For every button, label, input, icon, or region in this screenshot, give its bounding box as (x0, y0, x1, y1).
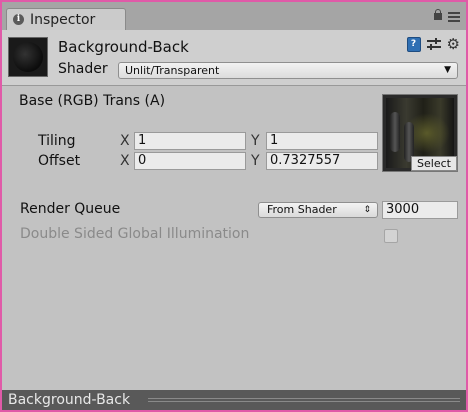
material-header: Background-Back Shader Unlit/Transparent… (2, 30, 466, 86)
material-name: Background-Back (58, 38, 189, 56)
gear-icon[interactable]: ⚙ (447, 37, 460, 52)
offset-y-label: Y (251, 153, 260, 169)
texture-select-button[interactable]: Select (411, 156, 457, 171)
resize-grip[interactable] (148, 398, 460, 402)
info-icon: i (13, 14, 24, 25)
render-queue-mode-dropdown[interactable]: From Shader ⇕ (258, 202, 378, 218)
base-texture-label: Base (RGB) Trans (A) (19, 93, 166, 109)
offset-y-field[interactable]: 0.7327557 (266, 152, 378, 170)
menu-icon[interactable] (448, 12, 460, 22)
stepper-arrow-icon: ⇕ (363, 205, 371, 215)
preview-bar[interactable]: Background-Back (2, 390, 466, 410)
preview-bar-title: Background-Back (8, 392, 131, 408)
inspector-window: i Inspector Background-Back Shader Unlit… (2, 2, 466, 410)
header-icons: ? ⚙ (406, 37, 460, 52)
dropdown-arrow-icon: ▼ (444, 65, 451, 75)
double-sided-gi-checkbox[interactable] (384, 229, 398, 243)
tab-label: Inspector (30, 11, 96, 28)
tiling-x-label: X (120, 133, 130, 149)
render-queue-label: Render Queue (20, 201, 121, 217)
tiling-y-label: Y (251, 133, 260, 149)
texture-slot[interactable]: Select (382, 94, 458, 172)
material-sphere-icon (13, 42, 43, 72)
tiling-label: Tiling (38, 133, 76, 149)
help-book-icon[interactable]: ? (406, 37, 421, 52)
double-sided-gi-label: Double Sided Global Illumination (20, 226, 250, 242)
tiling-y-field[interactable]: 1 (266, 132, 378, 150)
lock-icon[interactable] (434, 8, 442, 21)
offset-x-field[interactable]: 0 (134, 152, 246, 170)
tab-bar: i Inspector (2, 2, 466, 30)
tab-inspector[interactable]: i Inspector (6, 8, 126, 30)
offset-label: Offset (38, 153, 81, 169)
tiling-x-field[interactable]: 1 (134, 132, 246, 150)
render-queue-value-field[interactable]: 3000 (382, 201, 458, 219)
sliders-icon[interactable] (426, 38, 441, 51)
shader-dropdown[interactable]: Unlit/Transparent ▼ (118, 62, 458, 79)
shader-dropdown-value: Unlit/Transparent (125, 64, 220, 77)
shader-label: Shader (58, 61, 108, 77)
render-queue-mode-value: From Shader (267, 203, 337, 216)
tab-tools (434, 8, 460, 22)
material-preview-thumbnail (8, 37, 48, 77)
offset-x-label: X (120, 153, 130, 169)
